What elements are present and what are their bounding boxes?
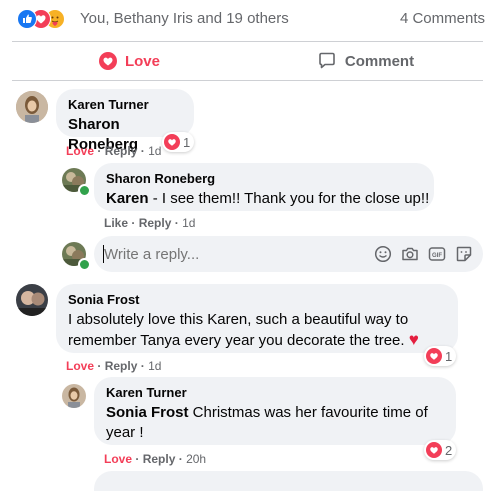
comment-icon	[317, 51, 337, 71]
comment-bubble-1: Karen Turner Sharon Roneberg	[56, 89, 194, 153]
gif-icon[interactable]: GIF	[428, 245, 446, 268]
comment-mention[interactable]: Sonia Frost	[106, 404, 189, 421]
reply-link[interactable]: Reply	[139, 216, 172, 230]
comment-author[interactable]: Karen Turner	[68, 97, 182, 113]
comment-button[interactable]: Comment	[248, 42, 483, 80]
comment-time[interactable]: 20h	[186, 452, 206, 466]
reactors-text[interactable]: You, Bethany Iris and 19 others	[80, 10, 289, 27]
reaction-count: 1	[445, 348, 453, 364]
like-reaction-icon	[17, 9, 37, 29]
comment-time[interactable]: 1d	[148, 359, 161, 373]
comment-button-label: Comment	[344, 52, 415, 70]
comment-text-line1: I absolutely love this Karen, such a bea…	[68, 311, 409, 328]
avatar-karen-turner[interactable]	[16, 91, 48, 123]
divider-bottom	[12, 80, 483, 81]
comment-text-line2: remember Tanya every year you decorate t…	[68, 332, 405, 349]
comment-author[interactable]: Sonia Frost	[68, 292, 446, 308]
love-icon	[164, 134, 180, 150]
love-icon	[426, 348, 442, 364]
svg-text:GIF: GIF	[432, 253, 442, 259]
love-button[interactable]: Love	[12, 42, 247, 80]
reactions-summary: You, Bethany Iris and 19 others 4 Commen…	[0, 0, 495, 36]
action-bar: Love Comment	[12, 42, 483, 80]
comment-time[interactable]: 1d	[182, 216, 195, 230]
comment-bubble-4: Karen Turner Sonia Frost Christmas was h…	[94, 377, 456, 445]
comment-bubble-2: Sharon Roneberg Karen - I see them!! Tha…	[94, 163, 434, 211]
comment-author[interactable]: Sharon Roneberg	[106, 171, 422, 187]
reaction-count: 1	[183, 134, 191, 150]
comments-count[interactable]: 4 Comments	[400, 10, 485, 27]
comment-meta-3: Love · Reply · 1d	[66, 359, 162, 373]
love-link[interactable]: Love	[104, 452, 132, 466]
camera-icon[interactable]	[401, 245, 419, 268]
comment-author[interactable]: Karen Turner	[106, 385, 444, 401]
avatar-karen-turner-reply[interactable]	[62, 384, 86, 408]
comment-text-line1: Christmas was her favourite time of	[188, 404, 428, 421]
like-link[interactable]: Like	[104, 216, 128, 230]
love-heart-icon	[98, 52, 117, 70]
emoji-icon[interactable]	[374, 245, 392, 268]
reply-link[interactable]: Reply	[105, 359, 138, 373]
online-status-dot	[78, 258, 91, 271]
reply-link[interactable]: Reply	[105, 144, 138, 158]
sticker-icon[interactable]	[455, 245, 473, 268]
love-button-label: Love	[124, 52, 160, 70]
reaction-count-badge[interactable]: 1	[162, 132, 195, 152]
reaction-count-badge[interactable]: 1	[424, 346, 457, 366]
comment-meta-1: Love · Reply · 1d	[66, 144, 162, 158]
avatar-sonia-frost[interactable]	[16, 284, 48, 316]
online-status-dot	[78, 184, 91, 197]
comment-text-line2: year !	[106, 424, 144, 441]
reply-link[interactable]: Reply	[143, 452, 176, 466]
red-heart-emoji: ♥	[408, 330, 419, 349]
reaction-count: 2	[445, 442, 453, 458]
comment-text: - I see them!! Thank you for the close u…	[148, 190, 430, 207]
love-link[interactable]: Love	[66, 359, 94, 373]
love-link[interactable]: Love	[66, 144, 94, 158]
reply-input-box[interactable]: GIF	[94, 236, 483, 272]
comment-meta-4: Love · Reply · 20h	[104, 452, 207, 466]
love-icon	[426, 442, 442, 458]
comment-mention[interactable]: Karen	[106, 190, 149, 207]
comment-time[interactable]: 1d	[148, 144, 161, 158]
reaction-count-badge[interactable]: 2	[424, 440, 457, 460]
reply-input[interactable]	[104, 244, 354, 264]
comment-bubble-3: Sonia Frost I absolutely love this Karen…	[56, 284, 458, 353]
comment-meta-2: Like · Reply · 1d	[104, 216, 196, 230]
next-comment-bubble	[94, 471, 483, 491]
reaction-icons[interactable]	[17, 9, 73, 29]
